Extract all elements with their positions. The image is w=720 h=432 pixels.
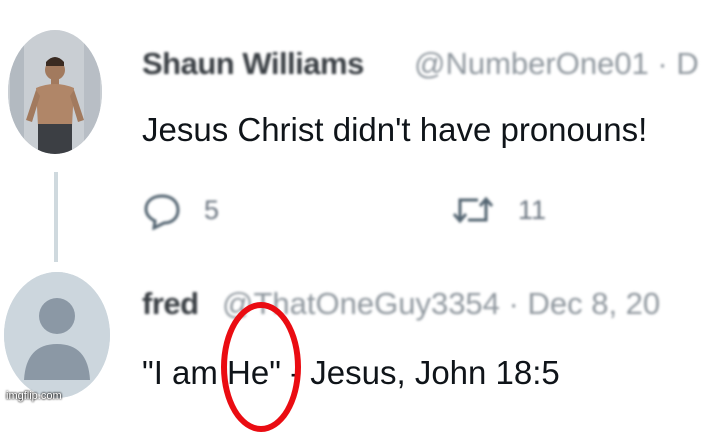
tweet-shaun-williams[interactable]: Shaun Williams @NumberOne01 · D Jesus Ch… [0,0,720,262]
red-annotation-circle [221,302,301,432]
retweet-count: 11 [518,194,547,225]
reply-count: 5 [204,194,220,225]
default-user-icon [4,272,110,398]
default-avatar[interactable] [4,272,110,398]
avatar[interactable] [8,30,102,154]
author-name[interactable]: Shaun Williams [142,46,364,82]
retweet-button[interactable]: 11 [450,190,546,230]
thread-connector-line [54,172,58,262]
reply-button[interactable]: 5 [142,190,219,230]
author-handle[interactable]: @NumberOne01 · D [414,46,699,82]
tweet-text: "I am He" - Jesus, John 18:5 [142,354,560,391]
profile-photo-icon [8,30,102,154]
watermark: imgflip.com [6,390,62,402]
tweet-text: Jesus Christ didn't have pronouns! [142,111,648,148]
tweet-actions: 5 11 [142,190,702,234]
author-name[interactable]: fred [142,286,199,322]
tweet-fred[interactable]: fred @ThatOneGuy3354 · Dec 8, 20 "I am H… [0,262,720,404]
author-handle[interactable]: @ThatOneGuy3354 · Dec 8, 20 [222,286,660,322]
reply-icon [144,194,180,230]
retweet-icon [452,196,494,224]
